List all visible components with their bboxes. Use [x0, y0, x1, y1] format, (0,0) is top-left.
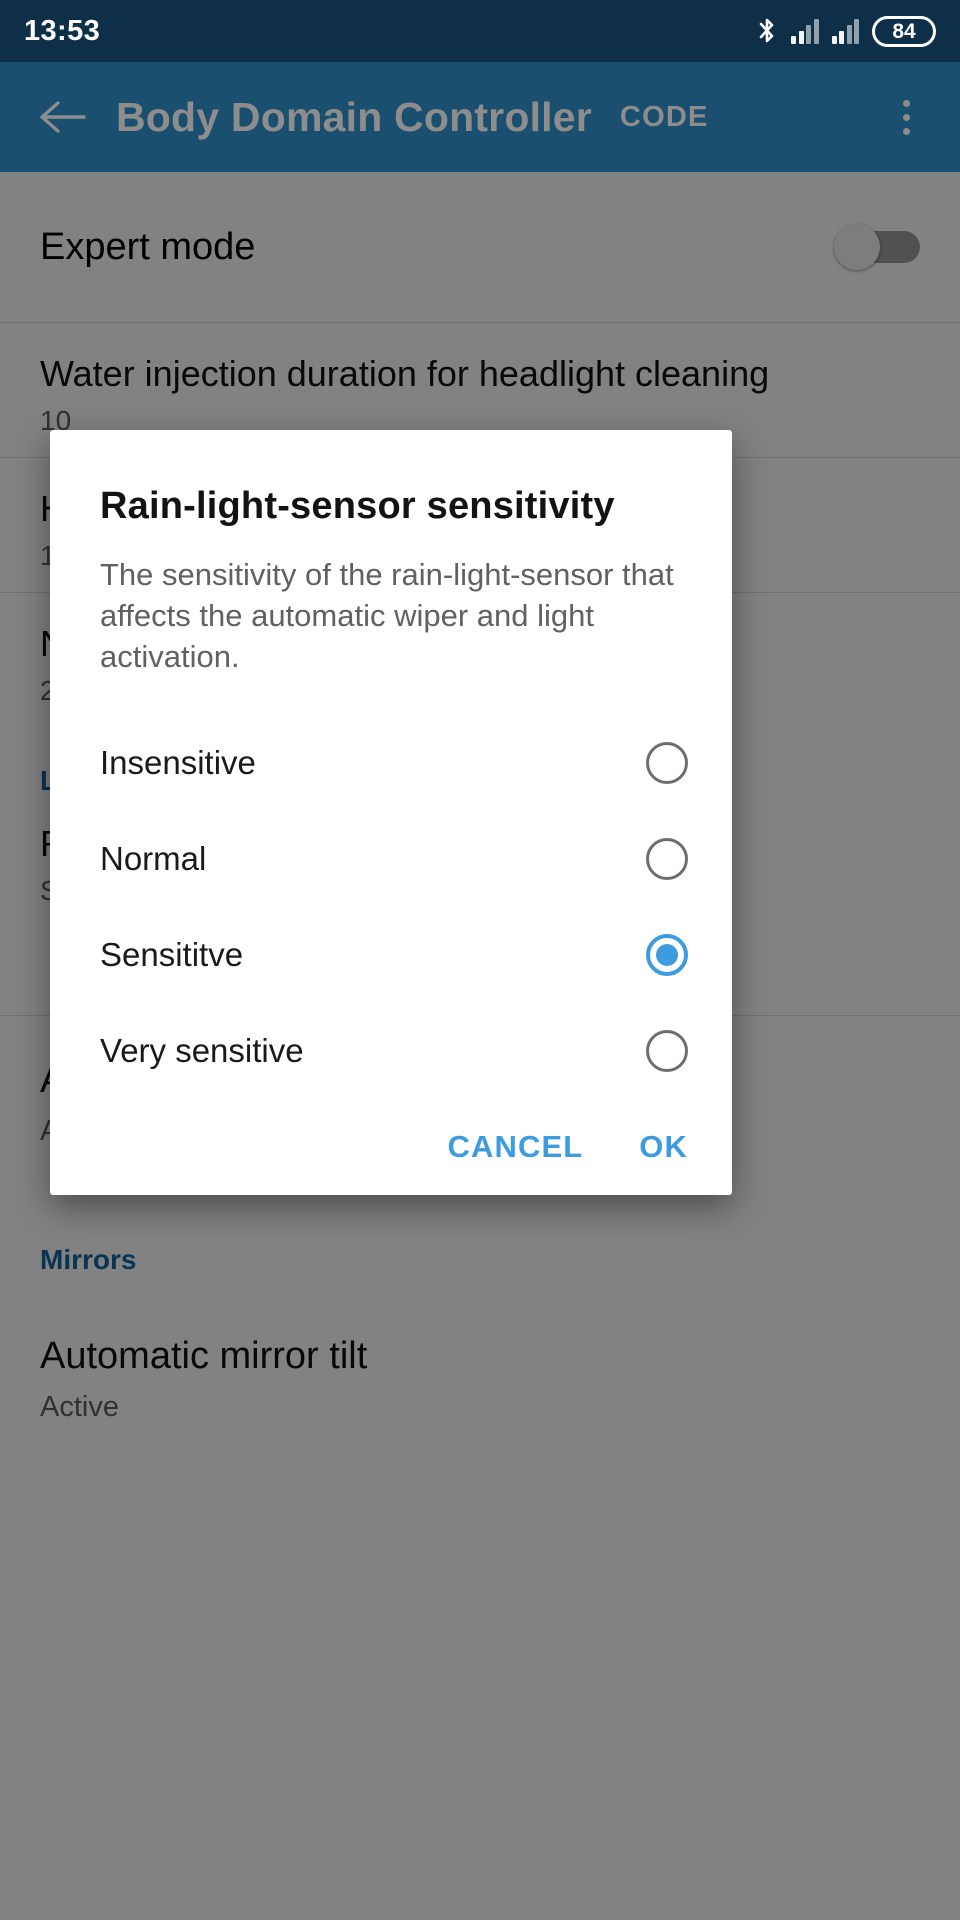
radio-button-icon[interactable]	[646, 742, 688, 784]
back-arrow-icon	[38, 100, 86, 134]
status-bar-clock: 13:53	[24, 14, 101, 47]
overflow-menu-icon[interactable]	[878, 99, 934, 135]
back-button[interactable]	[26, 100, 98, 134]
radio-option-label: Sensititve	[100, 936, 244, 973]
radio-option-label: Normal	[100, 840, 207, 877]
dialog-actions: CANCEL OK	[50, 1129, 732, 1195]
page-title: Body Domain Controller	[116, 93, 592, 140]
radio-option-normal[interactable]: Normal	[50, 811, 732, 907]
radio-option-very-sensitive[interactable]: Very sensitive	[50, 1003, 732, 1099]
radio-button-icon[interactable]	[646, 1030, 688, 1072]
cancel-button[interactable]: CANCEL	[448, 1129, 584, 1165]
signal-bars-icon	[831, 18, 859, 44]
rain-light-sensor-dialog: Rain-light-sensor sensitivity The sensit…	[50, 430, 732, 1195]
radio-option-label: Very sensitive	[100, 1032, 304, 1069]
signal-bars-icon	[791, 18, 819, 44]
status-bar: 13:53 84	[0, 0, 960, 62]
status-bar-icons: 84	[756, 15, 936, 47]
battery-icon: 84	[872, 15, 936, 47]
radio-option-sensititve[interactable]: Sensititve	[50, 907, 732, 1003]
app-bar: Body Domain Controller CODE	[0, 62, 960, 172]
dialog-description: The sensitivity of the rain-light-sensor…	[100, 557, 674, 674]
bluetooth-icon	[756, 16, 778, 46]
radio-button-selected-icon[interactable]	[646, 934, 688, 976]
radio-option-insensitive[interactable]: Insensitive	[50, 715, 732, 811]
radio-option-label: Insensitive	[100, 744, 256, 781]
battery-level: 84	[892, 19, 916, 43]
dialog-title: Rain-light-sensor sensitivity	[100, 485, 615, 527]
ok-button[interactable]: OK	[639, 1129, 688, 1165]
radio-group: Insensitive Normal Sensititve Very sensi…	[50, 715, 732, 1099]
radio-button-icon[interactable]	[646, 838, 688, 880]
code-button[interactable]: CODE	[620, 101, 709, 134]
